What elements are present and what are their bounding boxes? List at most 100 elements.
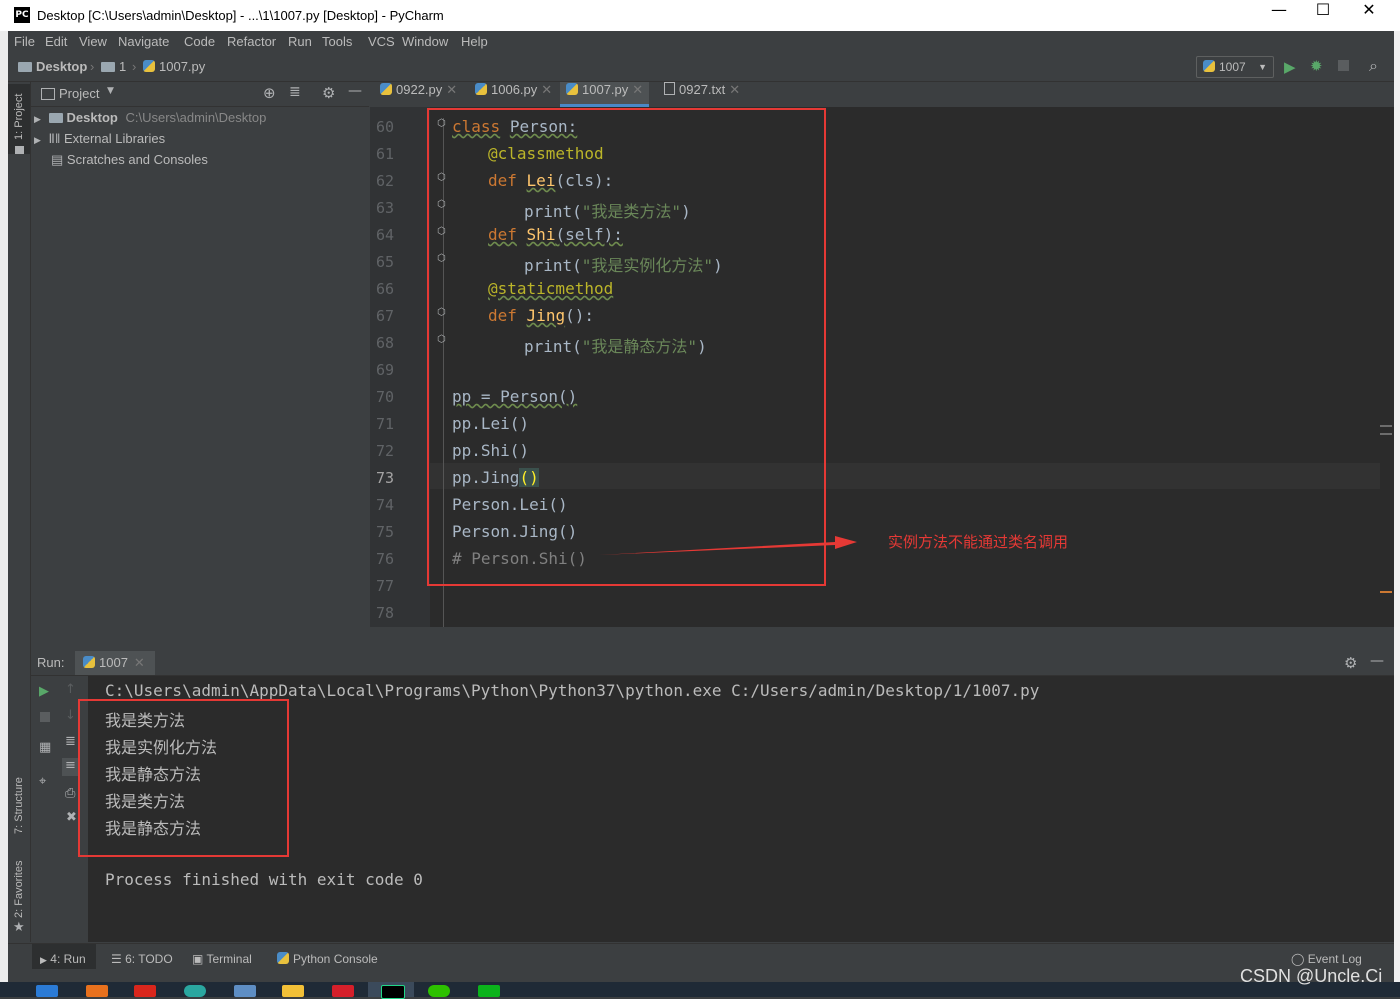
stop-button-icon[interactable] <box>1338 60 1349 71</box>
menu-view[interactable]: View <box>79 34 107 49</box>
menu-run[interactable]: Run <box>288 34 312 49</box>
line-number: 70 <box>375 388 394 406</box>
line-number: 74 <box>375 496 394 514</box>
close-tab-icon[interactable]: ✕ <box>134 655 145 670</box>
python-icon <box>83 656 95 668</box>
play-icon: ▶ <box>40 955 47 965</box>
taskbar-app-icon[interactable] <box>134 985 156 997</box>
menu-window[interactable]: Window <box>402 34 448 49</box>
event-log-tool-tab[interactable]: ◯ Event Log <box>1291 952 1362 966</box>
run-tab-title[interactable]: 1007 ✕ <box>83 655 145 671</box>
run-configuration-dropdown[interactable]: 1007 ▼ <box>1196 56 1274 78</box>
menu-help[interactable]: Help <box>461 34 488 49</box>
close-window-button[interactable]: ✕ <box>1346 0 1392 31</box>
expand-arrow-icon[interactable]: ▶ <box>34 136 41 146</box>
up-arrow-icon[interactable]: ↑ <box>65 682 76 697</box>
python-icon <box>277 952 289 964</box>
tab-0927-txt[interactable]: 0927.txt ✕ <box>658 82 746 107</box>
bottom-tool-bar: ▶ 4: Run ☰ 6: TODO ▣ Terminal Python Con… <box>8 943 1394 970</box>
list-icon: ☰ <box>111 952 122 966</box>
menu-tools[interactable]: Tools <box>322 34 352 49</box>
taskbar-app-icon[interactable] <box>36 985 58 997</box>
menu-refactor[interactable]: Refactor <box>227 34 276 49</box>
python-file-icon <box>566 83 578 95</box>
breadcrumb-file-label: 1007.py <box>159 59 206 74</box>
hide-panel-icon[interactable]: — <box>348 83 362 99</box>
debug-button-icon[interactable]: ✹ <box>1310 57 1323 75</box>
line-number: 65 <box>375 253 394 271</box>
project-tool-label: 1: Project <box>13 93 25 140</box>
structure-tool-tab[interactable]: 7: Structure <box>13 777 25 834</box>
event-log-label: Event Log <box>1307 952 1362 966</box>
taskbar-app-icon[interactable] <box>86 985 108 997</box>
menu-code[interactable]: Code <box>184 34 215 49</box>
breadcrumb-separator-icon: › <box>132 59 137 74</box>
run-panel-label: Run: <box>37 655 65 670</box>
folder-icon <box>18 62 32 72</box>
hide-panel-icon[interactable]: — <box>1370 653 1384 669</box>
run-tool-tab[interactable]: ▶ 4: Run <box>40 952 86 966</box>
navigation-bar: Desktop › 1 › 1007.py <box>8 53 1394 82</box>
tree-item-scratches[interactable]: ▤ Scratches and Consoles <box>51 152 208 168</box>
collapse-all-icon[interactable]: ≣ <box>289 84 301 100</box>
soft-wrap-icon[interactable]: ≣ <box>65 734 76 749</box>
terminal-tool-tab[interactable]: ▣ Terminal <box>192 952 252 966</box>
line-number: 76 <box>375 550 394 568</box>
rerun-icon[interactable]: ▶ <box>39 684 49 699</box>
menu-navigate[interactable]: Navigate <box>118 34 169 49</box>
minimize-button[interactable]: — <box>1256 0 1302 31</box>
scroll-marker <box>1380 433 1392 435</box>
taskbar-app-icon[interactable] <box>184 985 206 997</box>
taskbar-app-icon[interactable] <box>478 985 500 997</box>
project-view-selector[interactable]: Project <box>59 86 99 101</box>
todo-tool-tab[interactable]: ☰ 6: TODO <box>111 952 173 966</box>
background-window-edge-right <box>1394 31 1400 997</box>
close-tab-icon[interactable]: ✕ <box>729 82 740 97</box>
expand-arrow-icon[interactable]: ▶ <box>34 115 41 125</box>
stop-icon[interactable] <box>40 712 50 722</box>
tree-item-desktop[interactable]: ▶ Desktop C:\Users\admin\Desktop <box>34 110 266 125</box>
run-configuration-label: 1007 <box>1219 60 1246 74</box>
layout-icon[interactable]: ▦ <box>39 740 51 755</box>
python-icon <box>1203 60 1215 72</box>
menu-edit[interactable]: Edit <box>45 34 67 49</box>
python-console-tool-tab[interactable]: Python Console <box>277 952 378 966</box>
print-icon[interactable]: ⎙ <box>65 786 75 801</box>
chevron-down-icon[interactable]: ▼ <box>107 86 114 96</box>
tab-0922-py[interactable]: 0922.py ✕ <box>374 82 463 107</box>
taskbar-app-icon[interactable] <box>234 985 256 997</box>
gear-icon[interactable]: ⚙ <box>1344 654 1357 672</box>
wechat-icon[interactable] <box>428 985 450 997</box>
close-tab-icon[interactable]: ✕ <box>446 82 457 97</box>
python-file-icon <box>380 83 392 95</box>
menu-file[interactable]: File <box>14 34 35 49</box>
down-arrow-icon[interactable]: ↓ <box>65 708 76 723</box>
line-number: 72 <box>375 442 394 460</box>
background-window-edge <box>0 31 8 997</box>
breadcrumb-folder-1[interactable]: 1 <box>101 59 126 74</box>
folder-icon[interactable] <box>282 985 304 997</box>
search-everywhere-icon[interactable]: ⌕ <box>1369 56 1378 76</box>
star-icon: ★ <box>13 920 25 935</box>
breadcrumb-file[interactable]: 1007.py <box>143 59 205 74</box>
maximize-button[interactable]: ☐ <box>1300 0 1346 31</box>
locate-target-icon[interactable]: ⊕ <box>263 84 276 102</box>
run-button-icon[interactable]: ▶ <box>1284 58 1296 76</box>
python-file-icon <box>475 83 487 95</box>
tree-item-external-libraries[interactable]: ▶ Ⅱ‖ External Libraries <box>34 131 165 147</box>
tab-1007-py[interactable]: 1007.py ✕ <box>560 82 650 107</box>
close-tab-icon[interactable]: ✕ <box>541 82 552 97</box>
tab-1006-py[interactable]: 1006.py ✕ <box>469 82 558 107</box>
gear-icon[interactable]: ⚙ <box>322 84 335 102</box>
editor-scrollbar[interactable] <box>1380 107 1394 627</box>
pin-icon[interactable]: ⌖ <box>39 774 46 789</box>
taskbar-app-icon[interactable] <box>332 985 354 997</box>
editor-tabs: 0922.py ✕ 1006.py ✕ 1007.py ✕ 0927.txt ✕ <box>370 82 1394 108</box>
breadcrumb-desktop[interactable]: Desktop <box>18 59 87 74</box>
watermark: CSDN @Uncle.Ci <box>1240 966 1383 986</box>
close-tab-icon[interactable]: ✕ <box>632 82 643 97</box>
todo-tool-label: 6: TODO <box>125 952 173 966</box>
menu-vcs[interactable]: VCS <box>368 34 395 49</box>
trash-icon[interactable]: ✖ <box>66 810 77 825</box>
favorites-tool-tab[interactable]: 2: Favorites <box>13 861 25 918</box>
